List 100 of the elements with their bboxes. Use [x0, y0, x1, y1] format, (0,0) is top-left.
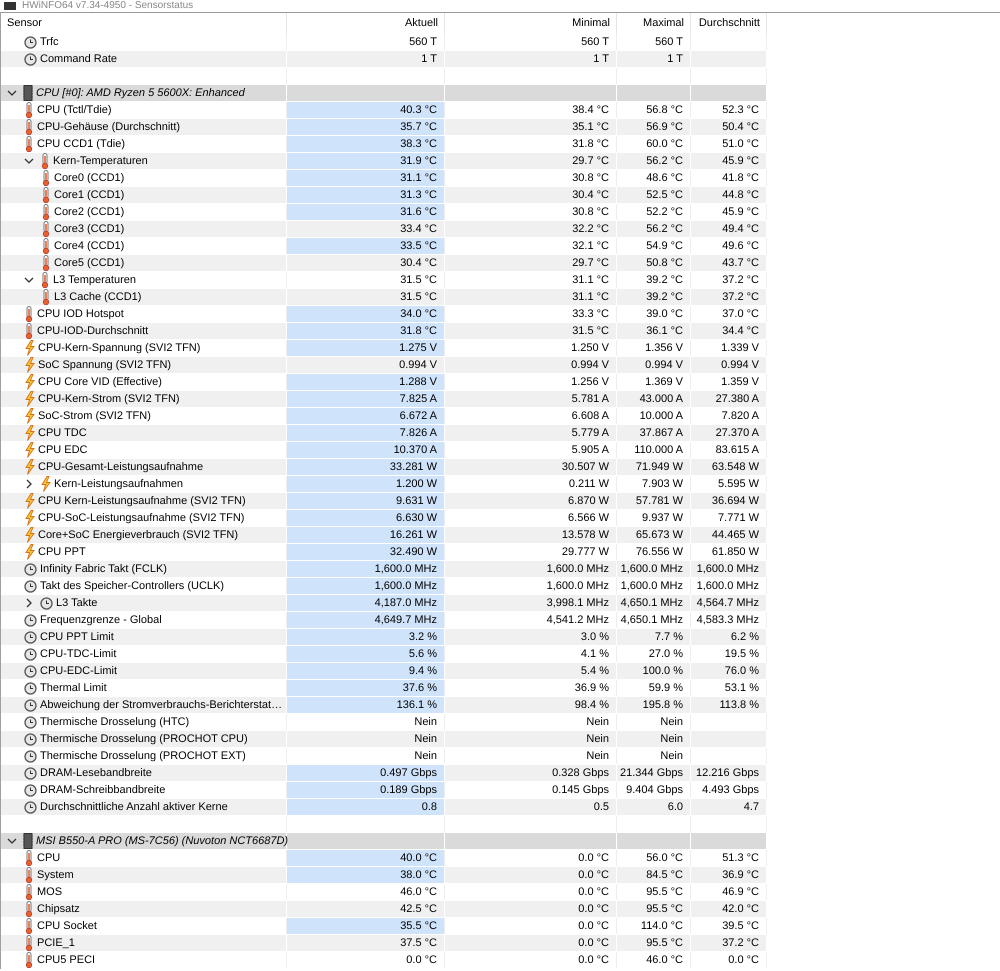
sensor-name: Core2 (CCD1)	[54, 205, 124, 220]
chevron-right-icon[interactable]	[24, 598, 34, 608]
lightning-bolt-icon	[40, 476, 51, 492]
value-cell: 56.2 °C	[617, 153, 691, 169]
sensor-name: CPU-EDC-Limit	[40, 664, 117, 679]
value-cell: 6.672 A	[287, 408, 445, 424]
value-cell: 46.0 °C	[617, 952, 691, 968]
sensor-name: SoC Spannung (SVI2 TFN)	[38, 358, 172, 373]
value-cell: 33.3 °C	[445, 306, 617, 322]
value-cell: 37.2 °C	[691, 935, 767, 951]
value-cell: 30.507 W	[445, 459, 617, 475]
value-cell: 41.8 °C	[691, 170, 767, 186]
value-cell: 50.8 °C	[617, 255, 691, 271]
clock-icon	[24, 614, 37, 626]
sensor-name: Core4 (CCD1)	[54, 239, 124, 254]
value-cell: 76.556 W	[617, 544, 691, 560]
value-cell: 0.994 V	[617, 357, 691, 373]
value-cell: 12.216 Gbps	[691, 765, 767, 781]
value-cell: 1.339 V	[691, 340, 767, 356]
value-cell: 113.8 %	[691, 697, 767, 713]
value-cell: 44.8 °C	[691, 187, 767, 203]
value-cell: 31.1 °C	[445, 272, 617, 288]
lightning-bolt-icon	[24, 493, 35, 509]
value-cell: 4,650.1 MHz	[617, 612, 691, 628]
value-cell: 30.8 °C	[445, 204, 617, 220]
value-cell: 1.256 V	[445, 374, 617, 390]
value-cell: 5.4 %	[445, 663, 617, 679]
value-cell: 45.9 °C	[691, 204, 767, 220]
value-cell: 0.994 V	[691, 357, 767, 373]
lightning-bolt-icon	[24, 391, 35, 407]
value-cell: 1.369 V	[617, 374, 691, 390]
value-cell: 7.826 A	[287, 425, 445, 441]
sensor-name: Durchschnittliche Anzahl aktiver Kerne	[40, 800, 228, 815]
value-cell: 57.781 W	[617, 493, 691, 509]
value-cell: 195.8 %	[617, 697, 691, 713]
clock-icon	[24, 784, 37, 796]
chevron-down-icon[interactable]	[24, 275, 34, 285]
value-cell: 10.370 A	[287, 442, 445, 458]
value-cell: 32.490 W	[287, 544, 445, 560]
value-cell: 37.2 °C	[691, 272, 767, 288]
value-cell: 39.5 °C	[691, 918, 767, 934]
sensor-name: CPU Core VID (Effective)	[38, 375, 162, 390]
sensor-name: CPU-Kern-Strom (SVI2 TFN)	[38, 392, 180, 407]
value-cell: 27.370 A	[691, 425, 767, 441]
value-cell: 76.0 %	[691, 663, 767, 679]
value-cell: 27.0 %	[617, 646, 691, 662]
chip-icon	[23, 833, 33, 849]
value-cell: Nein	[617, 731, 691, 747]
value-cell: 40.0 °C	[287, 850, 445, 866]
value-cell: Nein	[287, 748, 445, 764]
value-cell: 29.777 W	[445, 544, 617, 560]
value-cell: 35.1 °C	[445, 119, 617, 135]
sensor-name: L3 Temperaturen	[53, 273, 136, 288]
value-cell: 29.7 °C	[445, 153, 617, 169]
value-cell: 5.781 A	[445, 391, 617, 407]
sensor-name: Infinity Fabric Takt (FCLK)	[40, 562, 167, 577]
value-cell: 0.8	[287, 799, 445, 815]
value-cell: 1.356 V	[617, 340, 691, 356]
clock-icon	[24, 682, 37, 694]
sensor-name: SoC-Strom (SVI2 TFN)	[38, 409, 151, 424]
value-cell: 37.0 °C	[691, 306, 767, 322]
value-cell: 16.261 W	[287, 527, 445, 543]
sensor-name: Thermal Limit	[40, 681, 107, 696]
value-cell: 34.4 °C	[691, 323, 767, 339]
chevron-down-icon[interactable]	[7, 88, 17, 98]
value-cell: 36.1 °C	[617, 323, 691, 339]
chevron-right-icon[interactable]	[24, 479, 34, 489]
sensor-name: DRAM-Schreibbandbreite	[40, 783, 166, 798]
value-cell: 0.0 °C	[445, 884, 617, 900]
sensor-name: Core5 (CCD1)	[54, 256, 124, 271]
value-cell: 31.8 °C	[287, 323, 445, 339]
value-cell: 31.5 °C	[287, 289, 445, 305]
value-cell: 43.000 A	[617, 391, 691, 407]
value-cell: 5.6 %	[287, 646, 445, 662]
value-cell: 44.465 W	[691, 527, 767, 543]
value-cell: 1,600.0 MHz	[287, 561, 445, 577]
value-cell: 37.5 °C	[287, 935, 445, 951]
value-cell: 34.0 °C	[287, 306, 445, 322]
value-cell: 0.497 Gbps	[287, 765, 445, 781]
chevron-down-icon[interactable]	[24, 156, 34, 166]
value-cell: 0.0 °C	[691, 952, 767, 968]
value-cell: 6.2 %	[691, 629, 767, 645]
window-title: HWiNFO64 v7.34-4950 - Sensorstatus	[22, 0, 194, 12]
chevron-down-icon[interactable]	[7, 836, 17, 846]
sensor-name: CPU (Tctl/Tdie)	[37, 103, 112, 118]
value-cell: 1,600.0 MHz	[617, 561, 691, 577]
clock-icon	[24, 36, 37, 48]
value-cell: 35.5 °C	[287, 918, 445, 934]
value-cell: Nein	[287, 731, 445, 747]
value-cell: 48.6 °C	[617, 170, 691, 186]
value-cell: 33.281 W	[287, 459, 445, 475]
value-cell: 31.5 °C	[445, 323, 617, 339]
value-cell: 37.6 %	[287, 680, 445, 696]
lightning-bolt-icon	[24, 527, 35, 543]
value-cell: 83.615 A	[691, 442, 767, 458]
value-cell: 39.0 °C	[617, 306, 691, 322]
value-cell: 95.5 °C	[617, 884, 691, 900]
lightning-bolt-icon	[24, 340, 35, 356]
value-cell: 6.0	[617, 799, 691, 815]
sensor-name: Core0 (CCD1)	[54, 171, 124, 186]
